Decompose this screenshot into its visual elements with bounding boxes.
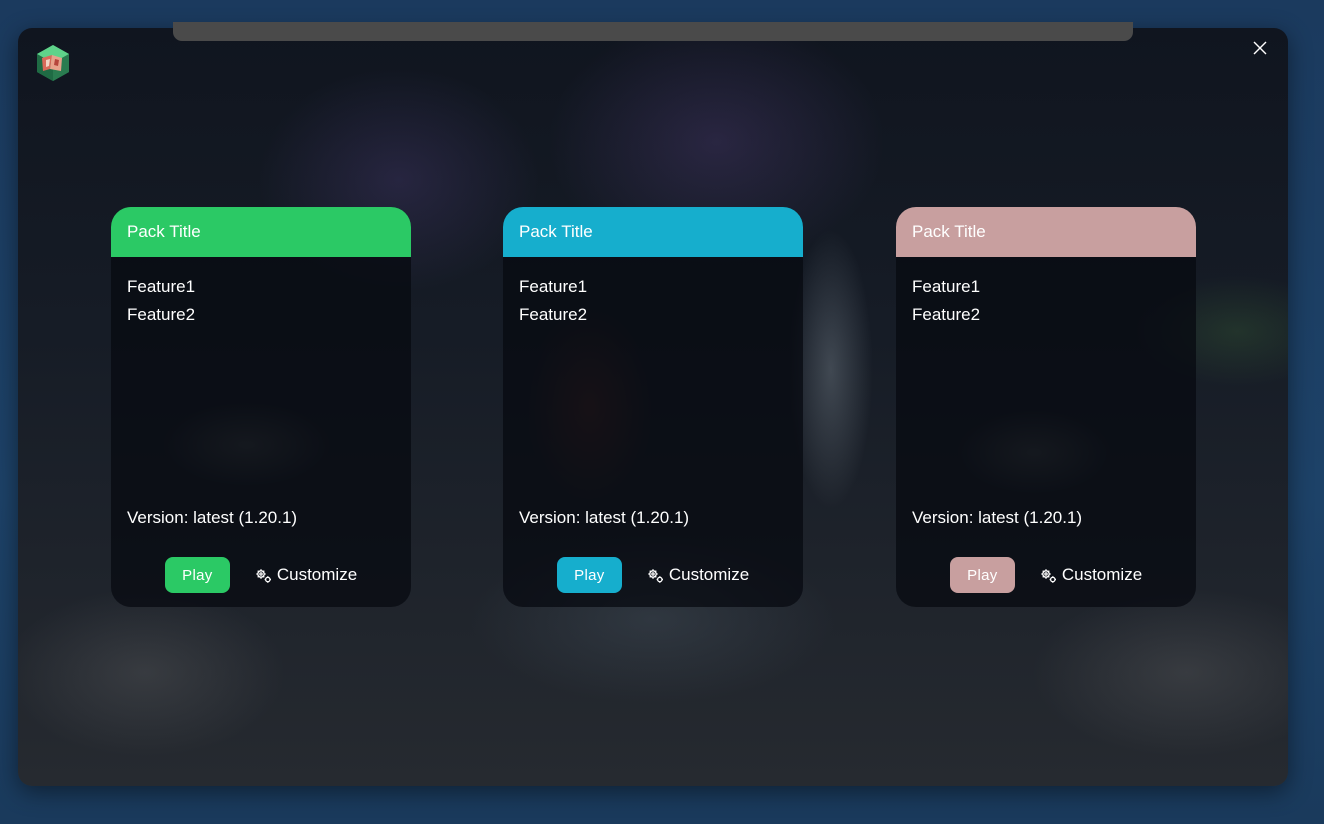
- pack-version: Version: latest (1.20.1): [127, 508, 298, 527]
- gear-icon: [254, 566, 273, 585]
- customize-label: Customize: [668, 565, 750, 584]
- play-button[interactable]: Play: [164, 557, 230, 593]
- launcher-window: Pack Title Feature1 Feature2 Version: la…: [18, 28, 1288, 786]
- pack-card-header: Pack Title: [503, 207, 803, 257]
- pack-title: Pack Title: [519, 222, 593, 241]
- window-drag-handle[interactable]: [173, 22, 1133, 41]
- customize-button[interactable]: Customize: [254, 565, 357, 585]
- pack-title: Pack Title: [127, 222, 201, 241]
- pack-features-list: Feature1 Feature2: [111, 257, 411, 329]
- close-icon[interactable]: [1250, 38, 1270, 58]
- customize-button[interactable]: Customize: [646, 565, 749, 585]
- pack-actions: Play Customize: [896, 557, 1196, 593]
- customize-label: Customize: [1061, 565, 1143, 584]
- pack-card: Pack Title Feature1 Feature2 Version: la…: [503, 207, 803, 607]
- pack-features-list: Feature1 Feature2: [896, 257, 1196, 329]
- pack-feature: Feature1: [519, 277, 588, 296]
- pack-title: Pack Title: [912, 222, 986, 241]
- pack-feature: Feature2: [519, 305, 588, 324]
- play-button[interactable]: Play: [949, 557, 1015, 593]
- pack-version: Version: latest (1.20.1): [912, 508, 1083, 527]
- pack-card-header: Pack Title: [111, 207, 411, 257]
- pack-feature: Feature2: [912, 305, 981, 324]
- pack-card: Pack Title Feature1 Feature2 Version: la…: [896, 207, 1196, 607]
- cube-logo-icon: [34, 44, 72, 82]
- pack-actions: Play Customize: [503, 557, 803, 593]
- pack-feature: Feature1: [127, 277, 196, 296]
- pack-card-header: Pack Title: [896, 207, 1196, 257]
- customize-label: Customize: [276, 565, 358, 584]
- customize-button[interactable]: Customize: [1039, 565, 1142, 585]
- pack-feature: Feature2: [127, 305, 196, 324]
- play-button[interactable]: Play: [556, 557, 622, 593]
- gear-icon: [646, 566, 665, 585]
- pack-version: Version: latest (1.20.1): [519, 508, 690, 527]
- gear-icon: [1039, 566, 1058, 585]
- pack-actions: Play Customize: [111, 557, 411, 593]
- pack-features-list: Feature1 Feature2: [503, 257, 803, 329]
- pack-feature: Feature1: [912, 277, 981, 296]
- pack-card: Pack Title Feature1 Feature2 Version: la…: [111, 207, 411, 607]
